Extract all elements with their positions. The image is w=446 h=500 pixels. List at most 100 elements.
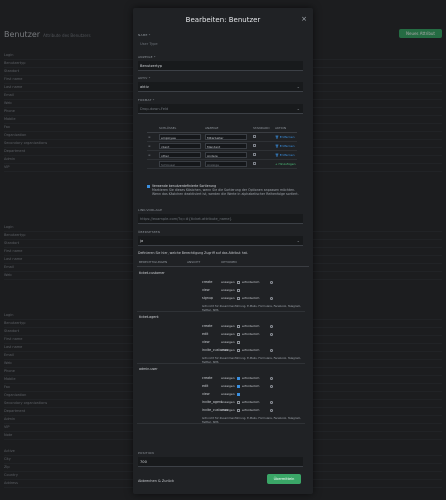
required-option: erforderlich bbox=[242, 376, 260, 380]
close-icon[interactable]: × bbox=[301, 15, 307, 23]
option-key-input[interactable]: employee bbox=[159, 134, 201, 140]
permission-action: view bbox=[202, 288, 210, 292]
required-radio[interactable] bbox=[270, 401, 273, 404]
permission-row: edit anzeigen erforderlich bbox=[137, 383, 309, 390]
shown-checkbox[interactable] bbox=[237, 297, 240, 300]
required-option: erforderlich bbox=[242, 348, 260, 352]
options-rows: ≡ employee Mitarbeiter 🗑 Entfernen ≡ client Ma… bbox=[147, 133, 297, 160]
permission-row: edit anzeigen erforderlich bbox=[137, 331, 309, 338]
permission-action: edit bbox=[202, 332, 209, 336]
permission-group-name: ticket.agent bbox=[139, 315, 159, 319]
permissions-header: BERECHTIGUNGEN ANSICHT OPTIONEN bbox=[137, 258, 309, 267]
remove-option-button[interactable]: 🗑 Entfernen bbox=[275, 142, 294, 150]
chevron-down-icon: ⌄ bbox=[296, 106, 300, 111]
permission-row: view anzeigen bbox=[137, 339, 309, 346]
permission-row: invite_customer anzeigen erforderlich bbox=[137, 407, 309, 414]
modal-title: Bearbeiten: Benutzer bbox=[185, 16, 261, 24]
option-default-checkbox[interactable] bbox=[253, 144, 256, 147]
custom-sort-note: Verwende benutzerdefinierte Sortierung Ma… bbox=[152, 184, 304, 196]
required-radio[interactable] bbox=[270, 377, 273, 380]
permission-group-name: ticket.customer bbox=[139, 271, 165, 275]
shown-option: anzeigen bbox=[221, 296, 235, 300]
header-display: ANZEIGE bbox=[205, 126, 219, 130]
permission-group-name: admin.user bbox=[139, 367, 158, 371]
position-input[interactable]: 700 bbox=[138, 457, 303, 467]
permission-action: invite_agent bbox=[202, 400, 223, 404]
shown-checkbox[interactable] bbox=[237, 341, 240, 344]
display-label: ANZEIGE * bbox=[138, 55, 156, 59]
shown-checkbox[interactable] bbox=[237, 349, 240, 352]
required-option: erforderlich bbox=[242, 280, 260, 284]
group-divider bbox=[137, 311, 305, 312]
custom-sort-desc: Markieren Sie dieses Kästchen, wenn Sie … bbox=[152, 188, 299, 196]
required-radio[interactable] bbox=[270, 385, 273, 388]
header-view: ANSICHT bbox=[187, 260, 201, 264]
shown-checkbox[interactable] bbox=[237, 393, 240, 396]
add-option-button[interactable]: + Hinzufügen bbox=[275, 160, 296, 168]
link-template-input[interactable]: https://example.com/?q=#{ticket.attribut… bbox=[138, 214, 303, 224]
new-default-checkbox[interactable] bbox=[253, 162, 256, 165]
shown-checkbox[interactable] bbox=[237, 333, 240, 336]
drag-handle-icon[interactable]: ≡ bbox=[148, 133, 151, 141]
drag-handle-icon[interactable]: ≡ bbox=[148, 142, 151, 150]
new-key-input[interactable]: Schlüssel bbox=[159, 161, 201, 167]
submit-button[interactable]: Übermitteln bbox=[267, 474, 301, 484]
permission-row: view anzeigen bbox=[137, 287, 309, 294]
shown-checkbox[interactable] bbox=[237, 377, 240, 380]
required-option: erforderlich bbox=[242, 408, 260, 412]
required-radio[interactable] bbox=[270, 325, 273, 328]
header-default: STANDARD bbox=[253, 126, 270, 130]
remove-option-button[interactable]: 🗑 Entfernen bbox=[275, 133, 294, 141]
required-radio[interactable] bbox=[270, 281, 273, 284]
shown-option: anzeigen bbox=[221, 400, 235, 404]
permission-action: create bbox=[202, 280, 213, 284]
option-row: ≡ client Mandant 🗑 Entfernen bbox=[147, 142, 297, 151]
cancel-back-link[interactable]: Abbrechen & Zurück bbox=[138, 479, 174, 483]
permission-action: edit bbox=[202, 384, 209, 388]
permissions-table: ticket.customer create anzeigen erforderlic… bbox=[137, 270, 309, 455]
display-input[interactable]: Benutzertyp bbox=[138, 61, 303, 71]
option-default-checkbox[interactable] bbox=[253, 153, 256, 156]
required-radio[interactable] bbox=[270, 409, 273, 412]
option-default-checkbox[interactable] bbox=[253, 135, 256, 138]
required-radio[interactable] bbox=[270, 333, 273, 336]
header-action: AKTION bbox=[275, 126, 287, 130]
format-select[interactable]: Drop-down-Feld ⌄ bbox=[138, 104, 303, 114]
remove-option-button[interactable]: 🗑 Entfernen bbox=[275, 151, 294, 159]
shown-option: anzeigen bbox=[221, 280, 235, 284]
new-display-input[interactable]: Anzeige bbox=[205, 161, 247, 167]
permission-action: signup bbox=[202, 296, 213, 300]
shown-option: anzeigen bbox=[221, 376, 235, 380]
shown-checkbox[interactable] bbox=[237, 289, 240, 292]
translate-select[interactable]: ja ⌄ bbox=[138, 236, 303, 246]
shown-option: anzeigen bbox=[221, 392, 235, 396]
required-radio[interactable] bbox=[270, 349, 273, 352]
permission-action: create bbox=[202, 324, 213, 328]
permission-row: view anzeigen bbox=[137, 391, 309, 398]
name-label: NAME * bbox=[138, 33, 151, 37]
custom-sort-checkbox[interactable] bbox=[147, 185, 150, 188]
option-row: ≡ employee Mitarbeiter 🗑 Entfernen bbox=[147, 133, 297, 142]
option-display-input[interactable]: Andere bbox=[205, 152, 247, 158]
option-key-input[interactable]: other bbox=[159, 152, 201, 158]
option-display-input[interactable]: Mitarbeiter bbox=[205, 134, 247, 140]
option-key-input[interactable]: client bbox=[159, 143, 201, 149]
required-option: erforderlich bbox=[242, 332, 260, 336]
active-select[interactable]: aktiv ⌄ bbox=[138, 82, 303, 92]
shown-option: anzeigen bbox=[221, 384, 235, 388]
shown-checkbox[interactable] bbox=[237, 385, 240, 388]
shown-checkbox[interactable] bbox=[237, 281, 240, 284]
drag-handle-icon[interactable]: ≡ bbox=[148, 151, 151, 159]
option-display-input[interactable]: Mandant bbox=[205, 143, 247, 149]
translate-select-value: ja bbox=[140, 239, 144, 243]
shown-checkbox[interactable] bbox=[237, 401, 240, 404]
shown-option: anzeigen bbox=[221, 348, 235, 352]
translate-label: ÜBERSETZEN bbox=[138, 230, 161, 234]
required-radio[interactable] bbox=[270, 297, 273, 300]
shown-checkbox[interactable] bbox=[237, 325, 240, 328]
shown-option: anzeigen bbox=[221, 408, 235, 412]
required-option: erforderlich bbox=[242, 384, 260, 388]
shown-checkbox[interactable] bbox=[237, 409, 240, 412]
required-option: erforderlich bbox=[242, 296, 260, 300]
option-row: ≡ other Andere 🗑 Entfernen bbox=[147, 151, 297, 160]
